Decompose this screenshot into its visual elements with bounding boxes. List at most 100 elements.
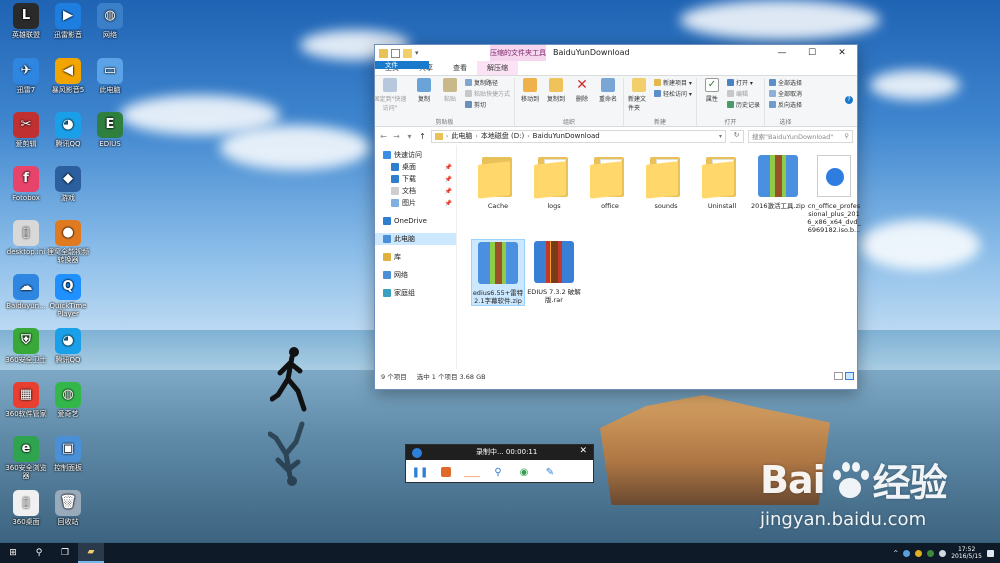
copy-to-button[interactable]: 复制到	[545, 78, 567, 117]
desktop-icon[interactable]: ▯ 360桌面	[4, 490, 48, 526]
select-none-button[interactable]: 全部取消	[768, 89, 802, 98]
desktop-icon[interactable]: ▭ 此电脑	[88, 58, 132, 94]
tab-file[interactable]: 文件	[375, 61, 429, 69]
nav-item[interactable]: 家庭组	[375, 287, 456, 299]
desktop-icon[interactable]: ⛨ 360安全卫士	[4, 328, 48, 364]
rename-button[interactable]: 重命名	[597, 78, 619, 117]
new-item-button[interactable]: 新建项目 ▾	[654, 78, 692, 87]
stop-button[interactable]	[440, 466, 452, 478]
file-item[interactable]: office	[583, 153, 637, 210]
file-item[interactable]: logs	[527, 153, 581, 210]
refresh-button[interactable]: ↻	[730, 129, 744, 143]
nav-item[interactable]: 网络	[375, 269, 456, 281]
file-item[interactable]: Cache	[471, 153, 525, 210]
file-item[interactable]: Uninstall	[695, 153, 749, 210]
chevron-down-icon[interactable]: ▾	[719, 133, 725, 140]
chevron-down-icon[interactable]: ▾	[415, 49, 424, 58]
tray-app-icon[interactable]	[927, 549, 935, 557]
desktop-icon[interactable]: ◕ 腾讯QQ	[46, 112, 90, 148]
task-view-button[interactable]: ❐	[52, 543, 78, 563]
copy-button[interactable]: 复制	[413, 78, 435, 117]
desktop-icon[interactable]: ▣ 控制面板	[46, 436, 90, 472]
volume-icon[interactable]	[939, 549, 947, 557]
desktop-icon[interactable]: Q QuickTime Player	[46, 274, 90, 318]
file-item[interactable]: EDIUS 7.3.2 破解版.rar	[527, 239, 581, 304]
desktop-icon[interactable]: ◍ 爱奇艺	[46, 382, 90, 418]
nav-item[interactable]: OneDrive	[375, 215, 456, 227]
cut-button[interactable]: 剪切	[465, 100, 510, 109]
invert-selection-button[interactable]: 反向选择	[768, 100, 802, 109]
nav-item[interactable]: 下载 📌	[375, 173, 456, 185]
desktop-icon[interactable]: f Fotobox	[4, 166, 48, 202]
delete-button[interactable]: ✕ 删除	[571, 78, 593, 117]
open-button[interactable]: 打开 ▾	[726, 78, 760, 87]
tab-extract[interactable]: 解压缩	[477, 61, 518, 75]
nav-item[interactable]: 库	[375, 251, 456, 263]
file-item[interactable]: sounds	[639, 153, 693, 210]
address-bar[interactable]: › 此电脑 › 本地磁盘 (D:) › BaiduYunDownload ▾	[431, 129, 726, 143]
copy-path-button[interactable]: 复制路径	[465, 78, 510, 87]
history-button[interactable]: 历史记录	[726, 100, 760, 109]
desktop-icon[interactable]: ✂ 爱剪辑	[4, 112, 48, 148]
desktop-icon[interactable]: 🗑 回收站	[46, 490, 90, 526]
marker-tool-button[interactable]: ⚲	[492, 466, 504, 478]
select-all-button[interactable]: 全部选择	[768, 78, 802, 87]
tab-view[interactable]: 查看	[443, 61, 477, 75]
breadcrumb-item[interactable]: 此电脑	[451, 131, 472, 141]
recorder-header[interactable]: 录制中... 00:00:11 ✕	[406, 445, 593, 460]
desktop-icon[interactable]: E EDIUS	[88, 112, 132, 148]
minimize-button[interactable]: —	[767, 45, 797, 61]
new-folder-button[interactable]: 新建文件夹	[628, 78, 650, 117]
desktop-icon[interactable]: L 英雄联盟	[4, 3, 48, 39]
show-hidden-icons-button[interactable]: ^	[893, 550, 898, 557]
pause-button[interactable]: ❚❚	[412, 466, 429, 478]
pen-tool-button[interactable]: ✎	[544, 466, 556, 478]
desktop-icon[interactable]: e 360安全浏览器	[4, 436, 48, 480]
network-icon[interactable]	[903, 549, 911, 557]
file-item[interactable]: edius6.55+雷特2.1字幕软件.zip	[471, 239, 525, 306]
desktop-icon[interactable]: ◆ 游戏	[46, 166, 90, 202]
help-icon[interactable]: ?	[845, 96, 853, 104]
paste-button[interactable]: 粘贴	[439, 78, 461, 117]
close-button[interactable]: ✕	[827, 45, 857, 61]
forward-button[interactable]: →	[392, 132, 401, 141]
recent-locations-button[interactable]: ▾	[405, 132, 414, 141]
edit-button[interactable]: 编辑	[726, 89, 760, 98]
desktop-icon[interactable]: ◀ 暴风影音5	[46, 58, 90, 94]
easy-access-button[interactable]: 轻松访问 ▾	[654, 89, 692, 98]
clock[interactable]: 17:52 2016/5/15	[951, 546, 982, 560]
nav-item[interactable]: 文档 📌	[375, 185, 456, 197]
search-input[interactable]: 搜索"BaiduYunDownload" ⚲	[748, 129, 853, 143]
new-folder-icon[interactable]	[403, 48, 412, 58]
file-explorer-taskbar-button[interactable]: ▰	[78, 543, 104, 563]
tray-app-icon[interactable]	[915, 549, 923, 557]
desktop-icon[interactable]: ▦ 360软件管家	[4, 382, 48, 418]
search-button[interactable]: ⚲	[26, 543, 52, 563]
file-item[interactable]: 2016激活工具.zip	[751, 153, 805, 210]
breadcrumb-item[interactable]: BaiduYunDownload	[533, 132, 600, 140]
breadcrumb-item[interactable]: 本地磁盘 (D:)	[481, 131, 524, 141]
back-button[interactable]: ←	[379, 132, 388, 141]
nav-item[interactable]: 桌面 📌	[375, 161, 456, 173]
notifications-icon[interactable]	[987, 549, 994, 557]
properties-button[interactable]: ✓ 属性	[701, 78, 723, 117]
line-tool-button[interactable]: ____	[464, 466, 480, 478]
properties-icon[interactable]	[391, 48, 400, 58]
nav-item[interactable]: 快速访问	[375, 149, 456, 161]
desktop-icon[interactable]: ◕ 腾讯QQ	[46, 328, 90, 364]
recorder-close-button[interactable]: ✕	[579, 446, 587, 456]
nav-item[interactable]: 此电脑	[375, 233, 456, 245]
details-view-button[interactable]	[834, 372, 843, 380]
pin-to-quick-access-button[interactable]: 固定到"快速访问"	[374, 78, 406, 117]
move-to-button[interactable]: 移动到	[519, 78, 541, 117]
desktop-icon[interactable]: ▶ 迅雷影音	[46, 3, 90, 39]
file-item[interactable]: cn_office_professional_plus_2016_x86_x64…	[807, 153, 861, 234]
desktop-icon[interactable]: ◍ 网络	[88, 3, 132, 39]
large-icons-view-button[interactable]	[845, 372, 854, 380]
start-button[interactable]: ⊞	[0, 543, 26, 563]
desktop-icon[interactable]: ● 狸窝全能视频转换器	[46, 220, 90, 264]
desktop-icon[interactable]: ✈ 迅雷7	[4, 58, 48, 94]
nav-item[interactable]: 图片 📌	[375, 197, 456, 209]
title-bar[interactable]: ▾ 压缩的文件夹工具 BaiduYunDownload — ☐ ✕	[375, 45, 857, 61]
highlight-tool-button[interactable]: ◉	[518, 466, 530, 478]
